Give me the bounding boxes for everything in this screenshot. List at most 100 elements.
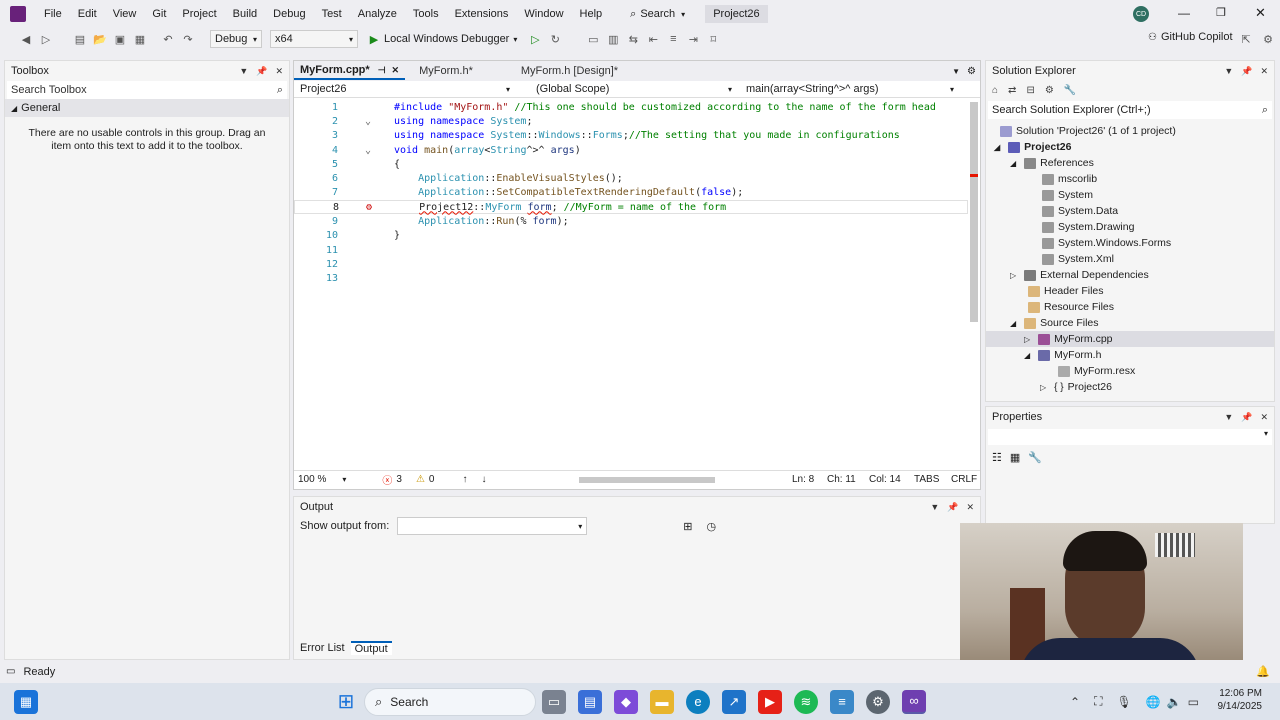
quick-action-icon[interactable]: ⚙ bbox=[343, 202, 395, 213]
property-pages-icon[interactable]: 🔧 bbox=[1028, 451, 1042, 464]
tree-solution[interactable]: Solution 'Project26' (1 of 1 project) bbox=[986, 123, 1274, 139]
edge-icon[interactable]: e bbox=[686, 689, 710, 714]
tab-myform-cpp[interactable]: MyForm.cpp* ⊣ ✕ bbox=[294, 62, 406, 80]
chevron-down-icon[interactable]: ▼ bbox=[239, 66, 248, 76]
collapse-icon[interactable]: ⊟ bbox=[1026, 85, 1034, 96]
github-copilot-button[interactable]: ⚇ GitHub Copilot bbox=[1148, 31, 1233, 43]
tree-myform-h[interactable]: ◢ MyForm.h bbox=[986, 347, 1274, 363]
pin-icon[interactable]: 📌 bbox=[256, 66, 267, 76]
menu-item-project[interactable]: Project bbox=[174, 0, 224, 28]
menu-item-edit[interactable]: Edit bbox=[70, 0, 105, 28]
avatar[interactable]: CD bbox=[1133, 6, 1149, 22]
output-source-dropdown[interactable]: ▾ bbox=[397, 517, 588, 535]
nav-scope-dropdown[interactable]: (Global Scope) ▾ bbox=[516, 83, 738, 95]
share-icon[interactable]: ⇱ bbox=[1238, 31, 1254, 47]
toolbar-misc-icon[interactable]: ▭ bbox=[585, 31, 601, 47]
chevron-down-icon[interactable]: ▼ bbox=[952, 67, 960, 76]
settings-app-icon[interactable]: ⚙ bbox=[866, 689, 890, 714]
pin-icon[interactable]: 📌 bbox=[1241, 412, 1252, 422]
run-debugger-button[interactable]: Local Windows Debugger bbox=[384, 33, 509, 45]
notification-icon[interactable]: 🔔 bbox=[1256, 665, 1270, 678]
pin-icon[interactable]: 📌 bbox=[1241, 66, 1252, 76]
tree-ref[interactable]: mscorlib bbox=[986, 171, 1274, 187]
tab-myform-design[interactable]: MyForm.h [Design]* bbox=[515, 62, 624, 80]
error-icon[interactable]: ⓧ bbox=[382, 472, 392, 487]
tree-project-namespace[interactable]: ▷{ } Project26 bbox=[986, 379, 1274, 395]
properties-icon[interactable]: ⚙ bbox=[1045, 85, 1054, 96]
toolbar-misc-icon[interactable]: ⇆ bbox=[625, 31, 641, 47]
chevron-down-icon[interactable]: ▼ bbox=[930, 502, 939, 512]
menu-item-file[interactable]: File bbox=[36, 0, 70, 28]
start-without-debug-icon[interactable]: ▷ bbox=[527, 31, 543, 47]
network-off-icon[interactable]: ⛶ bbox=[1094, 694, 1102, 709]
hot-reload-icon[interactable]: ↻ bbox=[547, 31, 563, 47]
tree-external-deps[interactable]: ▷ External Dependencies bbox=[986, 267, 1274, 283]
tree-ref[interactable]: System.Drawing bbox=[986, 219, 1274, 235]
toolbar-misc-icon[interactable]: ▥ bbox=[605, 31, 621, 47]
clock-icon[interactable]: ◷ bbox=[707, 520, 717, 533]
visual-studio-installer-icon[interactable]: ↗ bbox=[722, 689, 746, 714]
tree-ref[interactable]: System.Xml bbox=[986, 251, 1274, 267]
settings-icon[interactable]: ⚙ bbox=[967, 66, 976, 77]
home-icon[interactable]: ⌂ bbox=[992, 85, 998, 96]
redo-icon[interactable]: ↷ bbox=[180, 31, 196, 47]
battery-icon[interactable]: ▭ bbox=[1188, 695, 1199, 709]
clock[interactable]: 12:06 PM 9/14/2025 bbox=[1216, 687, 1263, 713]
close-icon[interactable]: ✕ bbox=[1260, 412, 1268, 422]
toolbar-misc-icon[interactable]: ⇥ bbox=[685, 31, 701, 47]
toolbox-search[interactable]: Search Toolbox ⌕ bbox=[7, 81, 287, 99]
chevron-down-icon[interactable]: ▼ bbox=[1224, 412, 1233, 422]
clear-output-icon[interactable]: ⊞ bbox=[683, 520, 692, 533]
pin-icon[interactable]: ⊣ bbox=[378, 65, 386, 76]
close-icon[interactable]: ✕ bbox=[1260, 66, 1268, 76]
menu-item-test[interactable]: Test bbox=[314, 0, 350, 28]
bookmark-icon[interactable]: ⌑ bbox=[705, 31, 721, 47]
tree-ref[interactable]: System.Windows.Forms bbox=[986, 235, 1274, 251]
chevron-down-icon[interactable]: ▾ bbox=[513, 35, 517, 44]
config-dropdown[interactable]: Debug ▾ bbox=[210, 30, 262, 48]
tree-ref[interactable]: System.Data bbox=[986, 203, 1274, 219]
open-icon[interactable]: 📂 bbox=[92, 31, 108, 47]
tree-source-files[interactable]: ◢ Source Files bbox=[986, 315, 1274, 331]
notepad-icon[interactable]: ≡ bbox=[830, 689, 854, 714]
taskbar-search[interactable]: ⌕ Search bbox=[364, 687, 536, 716]
menu-item-git[interactable]: Git bbox=[144, 0, 174, 28]
search-box[interactable]: ⌕ Search ▾ bbox=[624, 0, 691, 28]
properties-object-dropdown[interactable]: ▾ bbox=[988, 429, 1272, 445]
platform-dropdown[interactable]: x64 ▾ bbox=[270, 30, 358, 48]
arrow-up-icon[interactable]: ↑ bbox=[462, 474, 467, 485]
nav-member-dropdown[interactable]: main(array<String^>^ args) ▾ bbox=[738, 83, 960, 95]
tab-myform-h[interactable]: MyForm.h* bbox=[413, 62, 479, 80]
undo-icon[interactable]: ↶ bbox=[160, 31, 176, 47]
minimize-icon[interactable]: — bbox=[1178, 6, 1190, 20]
windows-start-icon[interactable]: ⊞ bbox=[334, 690, 358, 714]
close-icon[interactable]: ✕ bbox=[1255, 5, 1266, 21]
menu-item-help[interactable]: Help bbox=[572, 0, 611, 28]
widgets-icon[interactable]: ▦ bbox=[14, 689, 38, 714]
save-all-icon[interactable]: ▦ bbox=[132, 31, 148, 47]
language-icon[interactable]: 🌐 bbox=[1146, 695, 1161, 709]
horizontal-scrollbar[interactable] bbox=[579, 477, 715, 483]
tab-output[interactable]: Output bbox=[350, 640, 392, 655]
visual-studio-icon[interactable]: ∞ bbox=[902, 689, 926, 714]
tree-myform-resx[interactable]: MyForm.resx bbox=[986, 363, 1274, 379]
play-icon[interactable]: ▶ bbox=[366, 31, 382, 47]
youtube-icon[interactable]: ▶ bbox=[758, 689, 782, 714]
chevron-down-icon[interactable]: ▼ bbox=[1224, 66, 1233, 76]
menu-item-window[interactable]: Window bbox=[516, 0, 571, 28]
microphone-icon[interactable]: 🎙 bbox=[1116, 695, 1131, 709]
forward-icon[interactable]: ▷ bbox=[38, 31, 54, 47]
store-icon[interactable]: ▤ bbox=[578, 689, 602, 714]
close-icon[interactable]: ✕ bbox=[966, 502, 974, 512]
close-icon[interactable]: ✕ bbox=[275, 66, 283, 76]
spotify-icon[interactable]: ≋ bbox=[794, 689, 818, 714]
chevron-down-icon[interactable]: ▾ bbox=[342, 475, 346, 484]
warning-icon[interactable]: ⚠ bbox=[416, 474, 425, 485]
solution-explorer-search[interactable]: Search Solution Explorer (Ctrl+;) ⌕ bbox=[988, 101, 1272, 119]
menu-item-extensions[interactable]: Extensions bbox=[447, 0, 517, 28]
pin-icon[interactable]: 📌 bbox=[947, 502, 958, 512]
vertical-scrollbar[interactable] bbox=[970, 102, 978, 322]
chevron-up-icon[interactable]: ⌃ bbox=[1070, 695, 1080, 709]
tree-project[interactable]: ◢ Project26 bbox=[986, 139, 1274, 155]
save-icon[interactable]: ▣ bbox=[112, 31, 128, 47]
